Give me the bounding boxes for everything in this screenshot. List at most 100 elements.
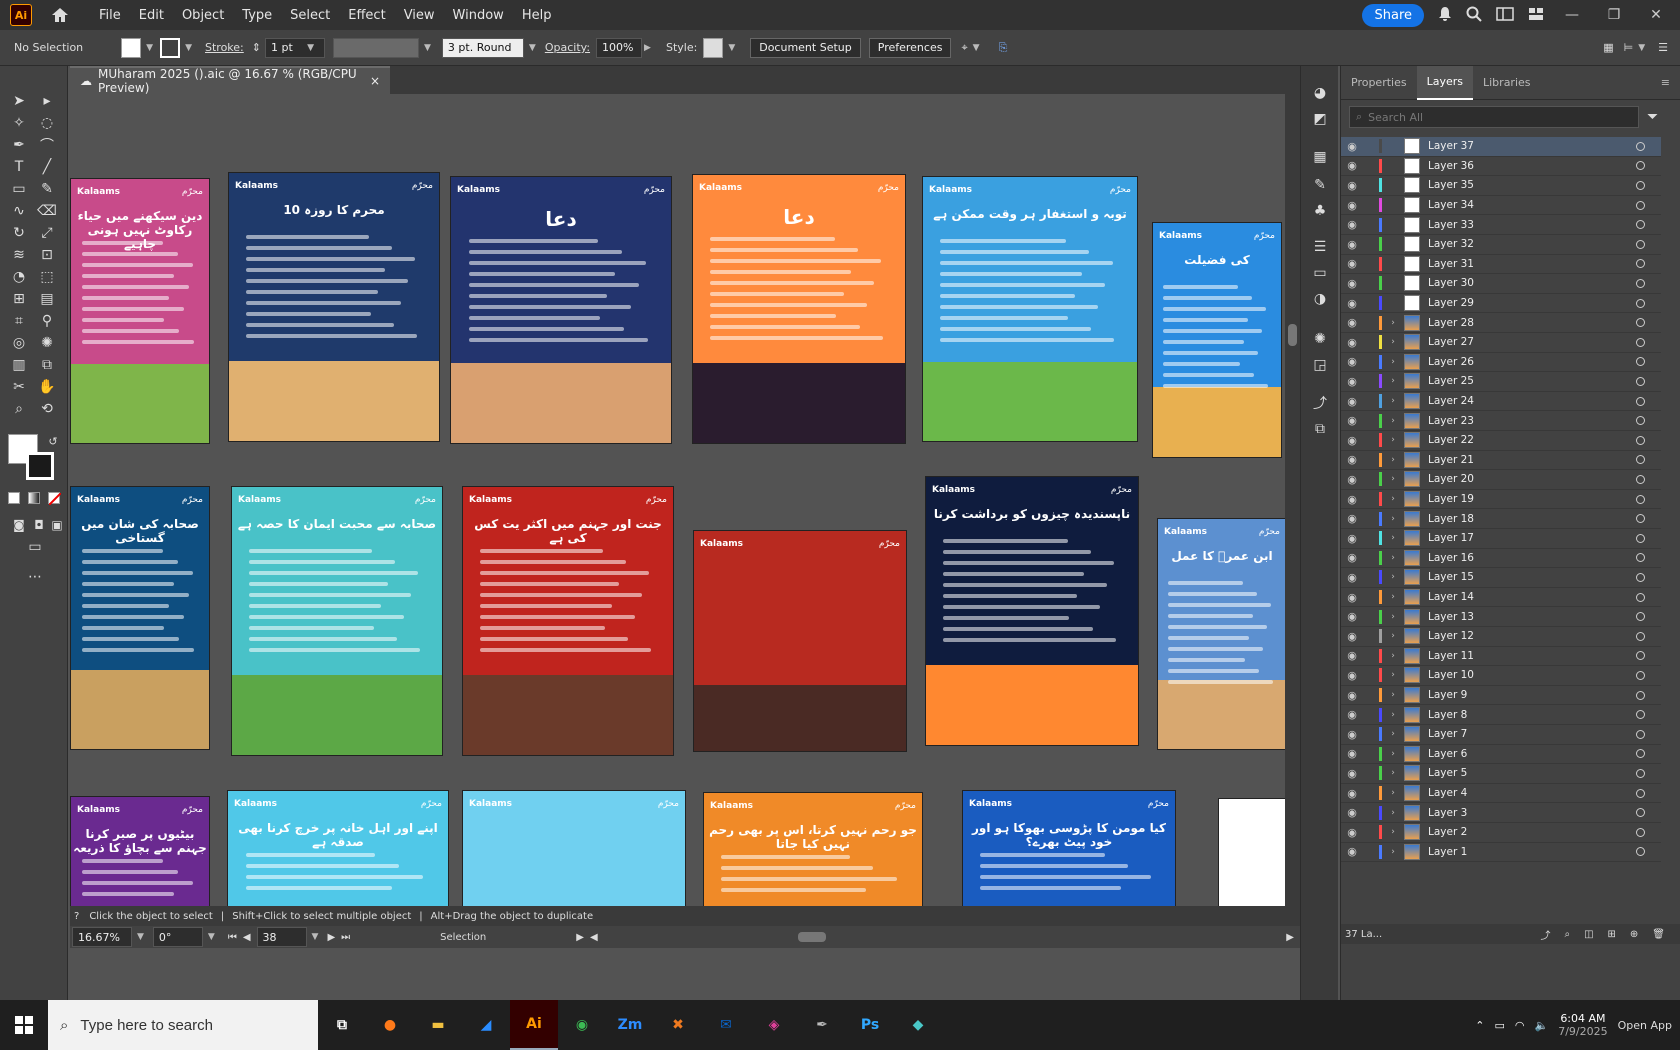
app-logo[interactable]: Ai [10,4,32,26]
target-circle-icon[interactable] [1636,435,1645,445]
direct-selection-tool-icon[interactable]: ▸ [36,90,58,112]
visibility-eye-icon[interactable]: ◉ [1341,591,1363,604]
chevron-down-icon[interactable]: ▼ [185,43,192,53]
layer-name[interactable]: Layer 34 [1428,199,1474,211]
target-circle-icon[interactable] [1636,337,1645,347]
expand-chevron-icon[interactable]: › [1386,474,1400,484]
rectangle-tool-icon[interactable]: ▭ [8,178,30,200]
tab-layers[interactable]: Layers [1416,65,1473,100]
visibility-eye-icon[interactable]: ◉ [1341,473,1363,486]
layer-name[interactable]: Layer 37 [1428,140,1474,152]
layer-name[interactable]: Layer 23 [1428,415,1474,427]
layer-row[interactable]: ◉ › Layer 18 [1341,509,1661,529]
live-paint-icon[interactable]: ⬚ [36,266,58,288]
chevron-up-icon[interactable]: ⌃ [1475,1019,1484,1032]
target-circle-icon[interactable] [1636,396,1645,406]
rotate-icon[interactable]: ↻ [8,222,30,244]
layer-row[interactable]: ◉ › Layer 17 [1341,529,1661,549]
expand-chevron-icon[interactable]: › [1386,729,1400,739]
menu-object[interactable]: Object [173,8,233,23]
target-circle-icon[interactable] [1636,788,1645,798]
expand-chevron-icon[interactable]: › [1386,337,1400,347]
gradient-icon[interactable]: ▤ [36,288,58,310]
visibility-eye-icon[interactable]: ◉ [1341,767,1363,780]
layer-row[interactable]: ◉ Layer 31 [1341,255,1661,275]
layer-row[interactable]: ◉ › Layer 10 [1341,666,1661,686]
layer-name[interactable]: Layer 4 [1428,787,1467,799]
layer-row[interactable]: ◉ › Layer 11 [1341,647,1661,667]
visibility-eye-icon[interactable]: ◉ [1341,453,1363,466]
artboard[interactable]: Kalaams محرّم جنت اور جہنم میں اکثر یت کس … [462,486,674,756]
volume-icon[interactable]: 🔈 [1535,1019,1549,1032]
visibility-eye-icon[interactable]: ◉ [1341,845,1363,858]
layer-name[interactable]: Layer 24 [1428,395,1474,407]
artboard[interactable]: Kalaams محرّم صحابہ کی شان میں گستاخی [70,486,210,750]
menu-select[interactable]: Select [281,8,339,23]
draw-normal-icon[interactable]: ◙ [8,514,30,536]
visibility-eye-icon[interactable]: ◉ [1341,414,1363,427]
battery-icon[interactable]: ▭ [1495,1019,1505,1032]
curvature-icon[interactable]: ⌒ [36,134,58,156]
expand-chevron-icon[interactable]: › [1386,651,1400,661]
layer-row[interactable]: ◉ › Layer 27 [1341,333,1661,353]
layer-name[interactable]: Layer 20 [1428,473,1474,485]
vertical-scrollbar[interactable] [1285,94,1300,906]
visibility-eye-icon[interactable]: ◉ [1341,179,1363,192]
expand-chevron-icon[interactable]: › [1386,318,1400,328]
artboard-tool-icon[interactable]: ⧉ [36,354,58,376]
document-tab[interactable]: ☁ MUharam 2025 ().aic @ 16.67 % (RGB/CPU… [70,66,390,95]
target-circle-icon[interactable] [1636,670,1645,680]
none-mode-icon[interactable] [48,492,62,506]
target-circle-icon[interactable] [1636,572,1645,582]
target-circle-icon[interactable] [1636,651,1645,661]
expand-chevron-icon[interactable]: › [1386,768,1400,778]
layer-row[interactable]: ◉ Layer 34 [1341,196,1661,216]
expand-chevron-icon[interactable]: › [1386,553,1400,563]
canvas[interactable]: Kalaams محرّم دین سیکھنے میں حیاء رکاوٹ نہ… [70,94,1285,906]
xampp-icon[interactable]: ✖ [654,1000,702,1050]
swatches-icon[interactable]: ▦ [1309,146,1331,168]
layer-name[interactable]: Layer 8 [1428,709,1467,721]
layer-row[interactable]: ◉ › Layer 25 [1341,372,1661,392]
stroke-color-swatch[interactable] [26,452,54,480]
magic-wand-icon[interactable]: ✧ [8,112,30,134]
layer-row[interactable]: ◉ › Layer 4 [1341,784,1661,804]
layer-row[interactable]: ◉ › Layer 21 [1341,451,1661,471]
layer-name[interactable]: Layer 2 [1428,826,1467,838]
zoom-field[interactable]: 16.67% [72,927,132,947]
expand-chevron-icon[interactable]: › [1386,827,1400,837]
rotation-field[interactable]: 0° [152,927,203,947]
expand-chevron-icon[interactable]: › [1386,592,1400,602]
document-setup-button[interactable]: Document Setup [750,37,861,58]
style-swatch[interactable] [703,37,724,58]
layer-name[interactable]: Layer 28 [1428,317,1474,329]
layer-name[interactable]: Layer 22 [1428,434,1474,446]
layer-row[interactable]: ◉ Layer 29 [1341,294,1661,314]
chevron-down-icon[interactable]: ▼ [146,43,153,53]
lasso-icon[interactable]: ◌ [36,112,58,134]
layer-name[interactable]: Layer 1 [1428,846,1467,858]
visibility-eye-icon[interactable]: ◉ [1341,336,1363,349]
visibility-eye-icon[interactable]: ◉ [1341,669,1363,682]
free-transform-icon[interactable]: ⊡ [36,244,58,266]
scale-icon[interactable]: ⤢ [36,222,58,244]
target-circle-icon[interactable] [1636,808,1645,818]
gradient-panel-icon[interactable]: ▭ [1309,262,1331,284]
artboard[interactable]: Kalaams محرّم کیا مومن کا پڑوسی بھوکا ہو ا… [962,790,1176,906]
perspective-grid-icon[interactable]: ⊞ [8,288,30,310]
layer-row[interactable]: ◉ › Layer 14 [1341,588,1661,608]
visibility-eye-icon[interactable]: ◉ [1341,728,1363,741]
layer-name[interactable]: Layer 27 [1428,336,1474,348]
layer-row[interactable]: ◉ Layer 37 [1341,137,1661,157]
layer-name[interactable]: Layer 6 [1428,748,1467,760]
artboard[interactable]: Kalaams محرّم صحابہ سے محبت ایمان کا حصہ ہ… [231,486,443,756]
menu-view[interactable]: View [395,8,444,23]
new-sublayer-icon[interactable]: ⊞ [1608,929,1616,940]
wifi-icon[interactable]: ◠ [1515,1019,1525,1032]
layer-row[interactable]: ◉ Layer 36 [1341,157,1661,177]
visibility-eye-icon[interactable]: ◉ [1341,395,1363,408]
expand-chevron-icon[interactable]: › [1386,612,1400,622]
export-icon[interactable]: ⤴ [1309,392,1331,414]
artboard[interactable]: Kalaams محرّم توبہ و استغفار ہر وقت ممکن ہ… [922,176,1138,442]
stroke-weight-field[interactable]: 1 pt ▼ [264,37,325,58]
